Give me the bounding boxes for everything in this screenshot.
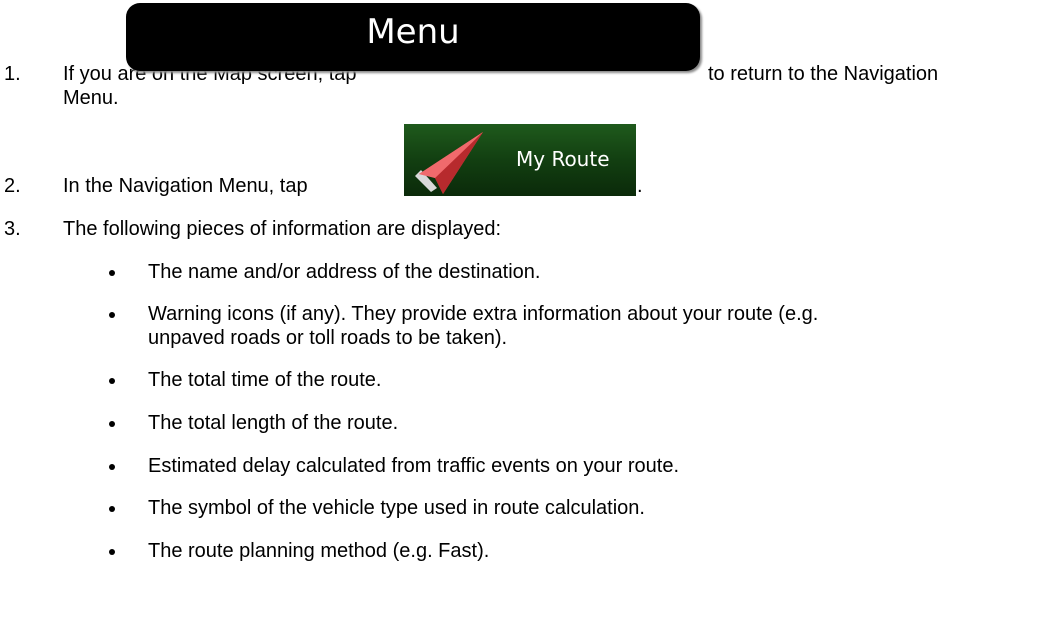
my-route-button-label: My Route xyxy=(516,147,610,171)
my-route-button[interactable]: My Route xyxy=(404,124,636,196)
list-item-text: The total time of the route. xyxy=(148,369,382,391)
route-arrow-icon xyxy=(415,132,483,194)
list-item-text: The total length of the route. xyxy=(148,412,399,434)
list-item-text: The symbol of the vehicle type used in r… xyxy=(148,497,645,519)
menu-button-label: Menu xyxy=(366,12,460,52)
step-text-continued: Menu. xyxy=(63,87,119,109)
bullet-dot xyxy=(109,421,115,427)
bullet-dot xyxy=(109,270,115,276)
bullet-dot xyxy=(109,506,115,512)
list-item-text: Estimated delay calculated from traffic … xyxy=(148,455,680,477)
bullet-dot xyxy=(109,312,115,318)
step-text: In the Navigation Menu, tap xyxy=(63,175,308,197)
list-item-text: The route planning method (e.g. Fast). xyxy=(148,540,490,562)
step-number: 2. xyxy=(4,175,21,197)
step-text-after: . xyxy=(637,175,643,197)
list-item-text: unpaved roads or toll roads to be taken)… xyxy=(148,327,508,349)
bullet-dot xyxy=(109,549,115,555)
step-number: 3. xyxy=(4,218,21,240)
step-text: The following pieces of information are … xyxy=(63,218,502,240)
menu-button[interactable]: Menu xyxy=(126,3,700,71)
bullet-dot xyxy=(109,378,115,384)
step-text-after: to return to the Navigation xyxy=(708,63,939,85)
bullet-dot xyxy=(109,464,115,470)
list-item-text: Warning icons (if any). They provide ext… xyxy=(148,303,819,325)
step-number: 1. xyxy=(4,63,21,85)
list-item-text: The name and/or address of the destinati… xyxy=(148,261,541,283)
